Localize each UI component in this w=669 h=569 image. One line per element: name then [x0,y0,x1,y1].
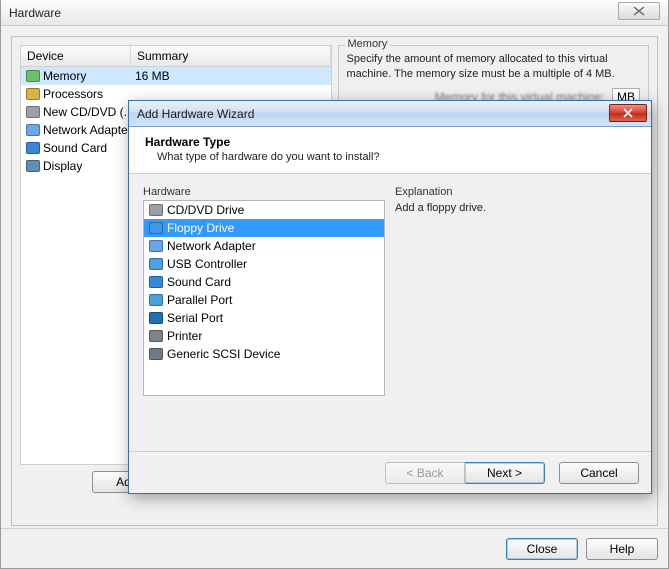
help-button[interactable]: Help [586,538,658,560]
hardware-type-item[interactable]: Network Adapter [144,237,384,255]
device-name: New CD/DVD (. [43,105,135,119]
hardware-type-label: CD/DVD Drive [167,203,244,217]
sound-icon [25,140,41,156]
sound-icon [148,274,164,290]
wizard-footer: < Back Next > Cancel [129,451,651,493]
cd-icon [148,202,164,218]
explanation-text: Add a floppy drive. [395,202,637,214]
back-button[interactable]: < Back [385,462,465,484]
add-hardware-wizard: Add Hardware Wizard Hardware Type What t… [128,100,652,494]
device-name: Network Adapte [43,123,135,137]
hardware-type-list[interactable]: CD/DVD Drive Floppy Drive Network Adapter U… [143,200,385,396]
main-title: Hardware [9,6,61,20]
main-close-button[interactable] [618,2,660,20]
display-icon [25,158,41,174]
usb-icon [148,256,164,272]
close-icon [622,108,634,118]
device-name: Display [43,159,135,173]
memory-legend: Memory [345,38,391,50]
hardware-type-item[interactable]: USB Controller [144,255,384,273]
device-name: Sound Card [43,141,135,155]
col-summary-header[interactable]: Summary [131,46,331,66]
wizard-titlebar[interactable]: Add Hardware Wizard [129,101,651,127]
main-titlebar: Hardware [1,0,668,26]
floppy-icon [148,220,164,236]
explanation-label: Explanation [395,186,637,198]
wizard-close-button[interactable] [609,104,647,122]
cancel-button[interactable]: Cancel [559,462,639,484]
hardware-type-label: Sound Card [167,275,231,289]
close-button[interactable]: Close [506,538,578,560]
printer-icon [148,328,164,344]
col-device-header[interactable]: Device [21,46,131,66]
network-icon [148,238,164,254]
hardware-type-label: Parallel Port [167,293,232,307]
hardware-type-label: Serial Port [167,311,223,325]
main-bottom-bar: Close Help [1,528,668,568]
serial-icon [148,310,164,326]
cd-icon [25,104,41,120]
hardware-type-item[interactable]: Parallel Port [144,291,384,309]
hardware-type-label: Printer [167,329,202,343]
wizard-title: Add Hardware Wizard [137,107,254,121]
wizard-header: Hardware Type What type of hardware do y… [129,127,651,174]
hardware-type-label: Network Adapter [167,239,256,253]
hardware-type-item[interactable]: Sound Card [144,273,384,291]
memory-desc-2: machine. The memory size must be a multi… [347,67,641,82]
hardware-type-label: Generic SCSI Device [167,347,280,361]
device-summary: 16 MB [135,69,327,83]
hardware-type-item[interactable]: Floppy Drive [144,219,384,237]
device-table-header: Device Summary [21,46,331,67]
memory-desc-1: Specify the amount of memory allocated t… [347,52,641,67]
network-icon [25,122,41,138]
memory-icon [25,68,41,84]
hardware-type-item[interactable]: Generic SCSI Device [144,345,384,363]
device-row[interactable]: Memory16 MB [21,67,331,85]
hardware-types-label: Hardware [143,186,385,198]
wizard-header-title: Hardware Type [145,135,635,149]
hardware-type-label: USB Controller [167,257,247,271]
cpu-icon [25,86,41,102]
device-name: Memory [43,69,135,83]
next-button[interactable]: Next > [465,462,545,484]
hardware-type-item[interactable]: CD/DVD Drive [144,201,384,219]
device-name: Processors [43,87,135,101]
wizard-header-sub: What type of hardware do you want to ins… [145,151,635,163]
hardware-type-item[interactable]: Printer [144,327,384,345]
hardware-type-label: Floppy Drive [167,221,234,235]
close-icon [632,6,646,16]
parallel-icon [148,292,164,308]
scsi-icon [148,346,164,362]
wizard-body: Hardware CD/DVD Drive Floppy Drive Network… [129,174,651,442]
hardware-type-item[interactable]: Serial Port [144,309,384,327]
